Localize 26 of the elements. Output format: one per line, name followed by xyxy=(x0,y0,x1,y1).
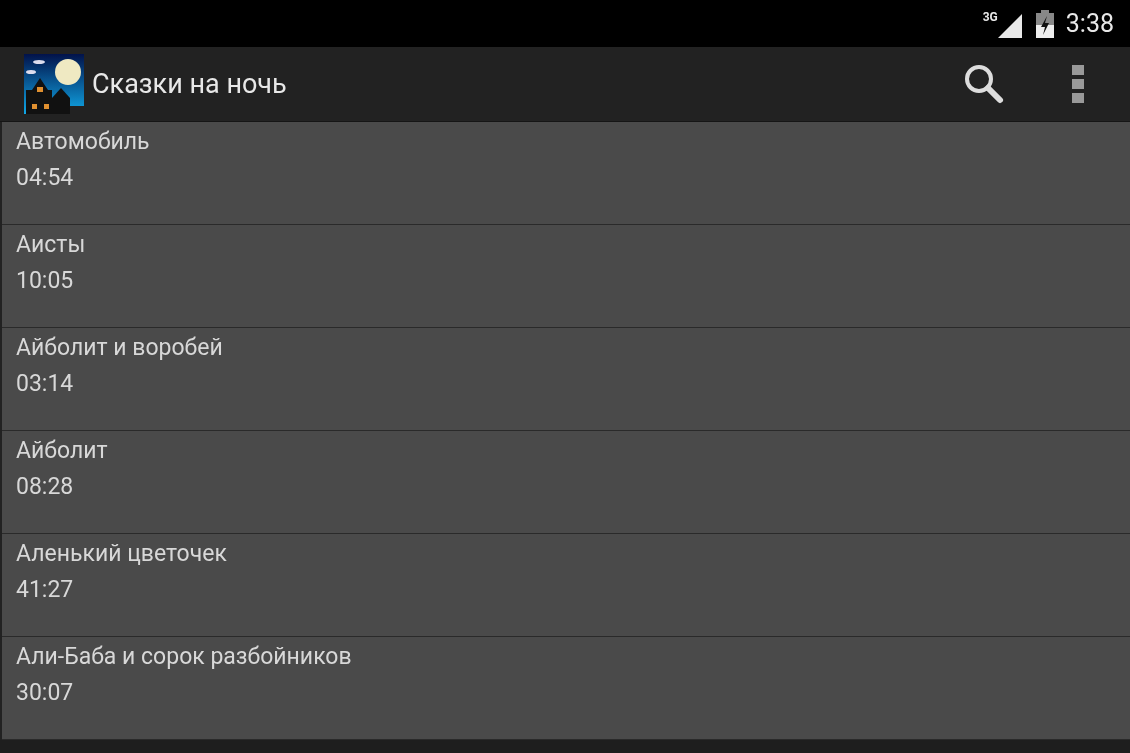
story-duration: 04:54 xyxy=(16,164,75,192)
story-duration: 10:05 xyxy=(16,267,75,295)
story-title: Автомобиль xyxy=(16,128,151,156)
battery-charging-icon xyxy=(1035,9,1054,38)
app-logo-icon xyxy=(24,54,84,114)
story-title: Али-Баба и сорок разбойников xyxy=(16,643,353,671)
story-title: Айболит xyxy=(16,437,109,465)
network-type: 3G xyxy=(982,10,998,24)
story-list-item[interactable]: Айболит 08:28 xyxy=(2,431,1130,534)
story-list-item[interactable]: Аленький цветочек 41:27 xyxy=(2,534,1130,637)
menu-icon[interactable] xyxy=(1072,65,1084,103)
signal-icon xyxy=(997,13,1022,38)
clock-time: 3:38 xyxy=(1065,9,1114,38)
story-duration: 41:27 xyxy=(16,576,75,604)
story-list-item[interactable]: Али-Баба и сорок разбойников 30:07 xyxy=(2,637,1130,740)
story-title: Аленький цветочек xyxy=(16,540,228,568)
story-list-item[interactable]: Автомобиль 04:54 xyxy=(2,122,1130,225)
story-duration: 30:07 xyxy=(16,679,75,707)
app-title: Сказки на ночь xyxy=(92,68,288,100)
story-list-item[interactable]: Аисты 10:05 xyxy=(2,225,1130,328)
story-duration: 03:14 xyxy=(16,370,75,398)
story-title: Айболит и воробей xyxy=(16,334,224,362)
story-list-item[interactable]: Айболит и воробей 03:14 xyxy=(2,328,1130,431)
search-icon[interactable] xyxy=(962,62,1006,106)
story-duration: 08:28 xyxy=(16,473,75,501)
story-title: Аисты xyxy=(16,231,87,259)
